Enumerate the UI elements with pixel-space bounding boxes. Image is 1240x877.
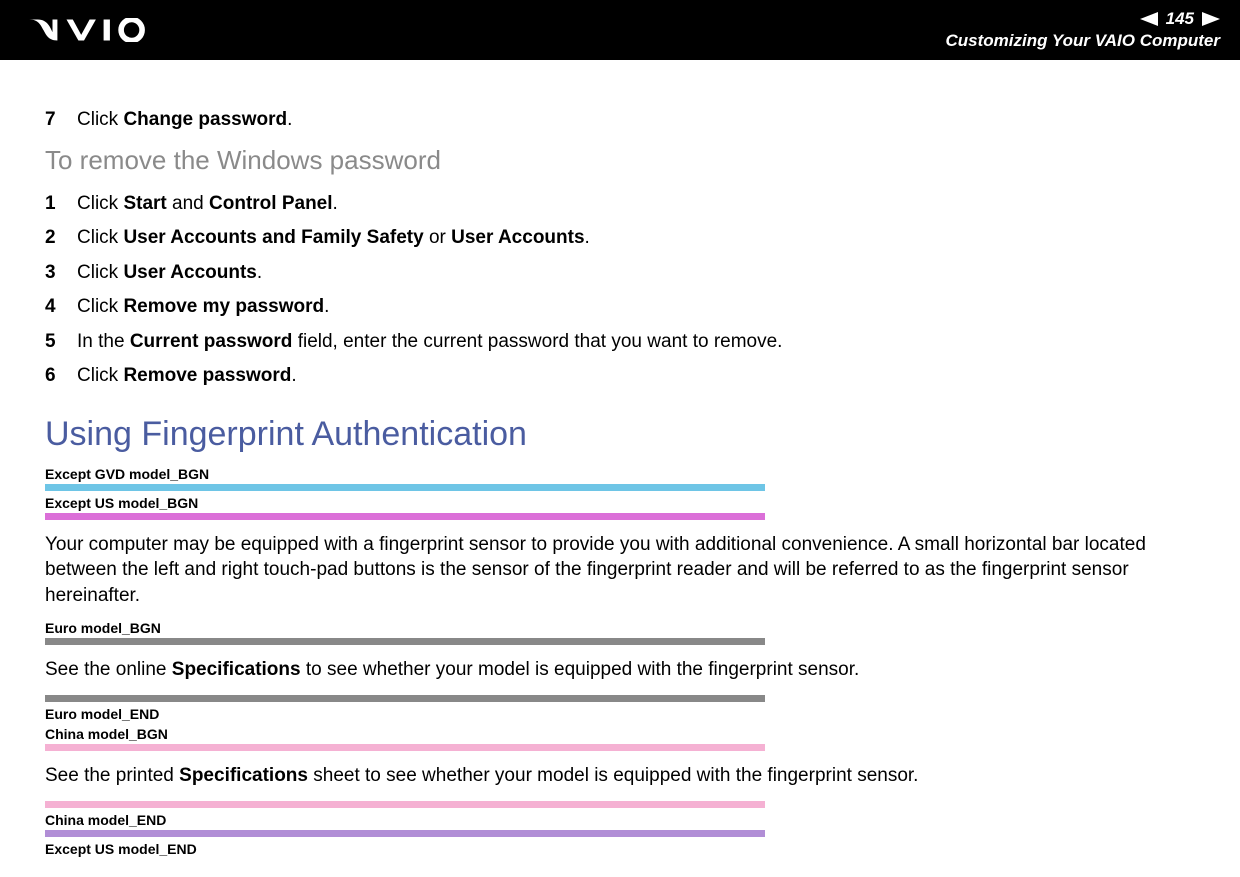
next-page-icon[interactable] (1202, 12, 1220, 26)
step-text: Click Remove password. (77, 362, 297, 391)
step-text: Click Change password. (77, 106, 292, 135)
bar-gray (45, 695, 765, 702)
bar-pink (45, 801, 765, 808)
tag-china-end: China model_END (45, 812, 1195, 828)
document-content: 7 Click Change password. To remove the W… (0, 60, 1240, 877)
bar-pink (45, 744, 765, 751)
previous-page-icon[interactable] (1140, 12, 1158, 26)
step-number: 3 (45, 259, 77, 288)
page-number: 145 (1166, 9, 1194, 29)
step-4: 4Click Remove my password. (45, 293, 1195, 322)
bar-magenta (45, 513, 765, 520)
step-1: 1Click Start and Control Panel. (45, 190, 1195, 219)
step-text: Click User Accounts and Family Safety or… (77, 224, 590, 253)
step-number: 5 (45, 328, 77, 357)
subheading-remove-password: To remove the Windows password (45, 145, 1195, 176)
page-header: 145 Customizing Your VAIO Computer (0, 0, 1240, 60)
tag-except-us-end: Except US model_END (45, 841, 1195, 857)
tag-euro-end: Euro model_END (45, 706, 1195, 722)
step-5: 5In the Current password field, enter th… (45, 328, 1195, 357)
step-number: 6 (45, 362, 77, 391)
paragraph-intro: Your computer may be equipped with a fin… (45, 532, 1195, 609)
bar-gray (45, 638, 765, 645)
header-right: 145 Customizing Your VAIO Computer (945, 9, 1220, 51)
step-6: 6Click Remove password. (45, 362, 1195, 391)
step-text: Click User Accounts. (77, 259, 262, 288)
paragraph-printed-specs: See the printed Specifications sheet to … (45, 763, 1195, 789)
heading-fingerprint-auth: Using Fingerprint Authentication (45, 415, 1195, 454)
bar-purple (45, 830, 765, 837)
bar-lightblue (45, 484, 765, 491)
step-text: In the Current password field, enter the… (77, 328, 782, 357)
step-7: 7 Click Change password. (45, 106, 1195, 135)
step-text: Click Remove my password. (77, 293, 329, 322)
step-number: 2 (45, 224, 77, 253)
tag-except-gvd-bgn: Except GVD model_BGN (45, 466, 1195, 482)
header-subtitle: Customizing Your VAIO Computer (945, 31, 1220, 51)
step-text: Click Start and Control Panel. (77, 190, 338, 219)
tag-china-bgn: China model_BGN (45, 726, 1195, 742)
step-number: 1 (45, 190, 77, 219)
tag-except-us-bgn: Except US model_BGN (45, 495, 1195, 511)
step-number: 7 (45, 106, 77, 135)
paragraph-online-specs: See the online Specifications to see whe… (45, 657, 1195, 683)
step-number: 4 (45, 293, 77, 322)
tag-euro-bgn: Euro model_BGN (45, 620, 1195, 636)
step-2: 2Click User Accounts and Family Safety o… (45, 224, 1195, 253)
page-nav: 145 (945, 9, 1220, 29)
vaio-logo (28, 18, 168, 42)
step-3: 3Click User Accounts. (45, 259, 1195, 288)
